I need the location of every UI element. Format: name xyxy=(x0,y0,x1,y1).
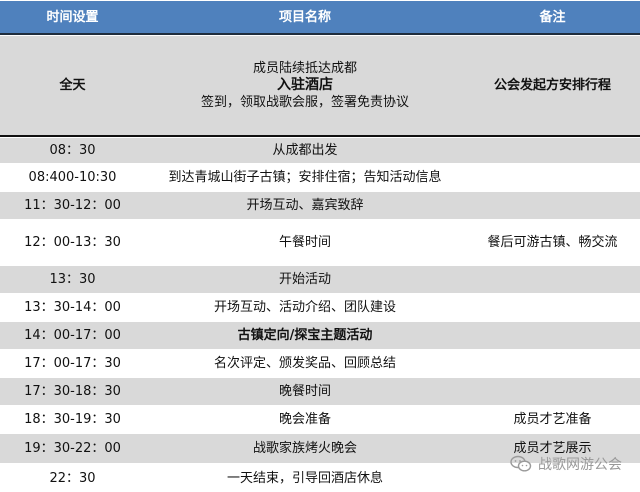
row-time: 18：30-19：30 xyxy=(24,412,121,427)
wechat-icon xyxy=(510,455,532,472)
row-item: 从成都出发 xyxy=(272,143,338,158)
table-row: 13：30 开始活动 xyxy=(0,265,640,293)
all-day-item: 成员陆续抵达成都 入驻酒店 签到，领取战歌会服，签署免责协议 xyxy=(145,36,465,135)
header-note: 备注 xyxy=(539,9,566,25)
row-time: 17：30-18：30 xyxy=(24,384,121,399)
table-row: 08：30 从成都出发 xyxy=(0,137,640,163)
all-day-note: 公会发起方安排行程 xyxy=(493,78,611,93)
row-item: 古镇定向/探宝主题活动 xyxy=(237,328,373,343)
row-time: 11：30-12：00 xyxy=(24,198,121,213)
table-row: 11：30-12：00 开场互动、嘉宾致辞 xyxy=(0,191,640,219)
row-note xyxy=(465,350,640,377)
table-header: 时间设置 项目名称 备注 xyxy=(0,0,640,35)
row-note xyxy=(465,192,640,219)
table-row: 14：00-17：00 古镇定向/探宝主题活动 xyxy=(0,321,640,349)
row-item: 开场互动、嘉宾致辞 xyxy=(246,198,364,213)
row-note xyxy=(465,164,640,191)
row-time: 12：00-13：30 xyxy=(24,235,121,250)
row-time: 08：30 xyxy=(49,143,96,158)
row-time: 22：30 xyxy=(49,470,96,486)
row-note xyxy=(465,322,640,349)
all-day-line-2: 入驻酒店 xyxy=(276,77,333,93)
row-note xyxy=(465,266,640,293)
row-note xyxy=(465,138,640,163)
row-time: 13：30-14：00 xyxy=(24,300,121,315)
all-day-line-1: 成员陆续抵达成都 xyxy=(252,61,357,76)
watermark-text: 战歌网游公会 xyxy=(538,457,622,473)
row-time: 08:400-10:30 xyxy=(28,170,117,185)
row-time: 19：30-22：00 xyxy=(24,441,121,456)
row-time: 13：30 xyxy=(49,272,96,287)
row-item: 开始活动 xyxy=(278,272,331,287)
row-item: 午餐时间 xyxy=(278,235,331,250)
row-item: 晚餐时间 xyxy=(278,384,331,399)
row-time: 14：00-17：00 xyxy=(24,328,121,343)
row-item: 开场互动、活动介绍、团队建设 xyxy=(213,300,396,315)
table-row: 13：30-14：00 开场互动、活动介绍、团队建设 xyxy=(0,293,640,321)
schedule-table: 时间设置 项目名称 备注 全天 成员陆续抵达成都 入驻酒店 签到，领取战歌会服，… xyxy=(0,0,640,492)
row-item: 一天结束，引导回酒店休息 xyxy=(226,470,383,486)
watermark: 战歌网游公会 xyxy=(510,454,622,474)
table-row: 08:400-10:30 到达青城山街子古镇；安排住宿；告知活动信息 xyxy=(0,163,640,191)
table-row: 12：00-13：30 午餐时间 餐后可游古镇、畅交流 xyxy=(0,219,640,265)
row-note: 餐后可游古镇、畅交流 xyxy=(487,235,618,250)
row-item: 名次评定、颁发奖品、回顾总结 xyxy=(213,356,396,371)
all-day-line-3: 签到，领取战歌会服，签署免责协议 xyxy=(200,95,409,110)
row-item: 战歌家族烤火晚会 xyxy=(252,441,357,456)
table-row: 17：30-18：30 晚餐时间 xyxy=(0,377,640,405)
row-item: 晚会准备 xyxy=(278,412,331,427)
header-item: 项目名称 xyxy=(278,9,331,25)
row-time: 17：00-17：30 xyxy=(24,356,121,371)
row-note xyxy=(465,294,640,321)
all-day-time: 全天 xyxy=(59,78,86,93)
table-row-all-day: 全天 成员陆续抵达成都 入驻酒店 签到，领取战歌会服，签署免责协议 公会发起方安… xyxy=(0,35,640,137)
table-row: 17：00-17：30 名次评定、颁发奖品、回顾总结 xyxy=(0,349,640,377)
table-row: 18：30-19：30 晚会准备 成员才艺准备 xyxy=(0,405,640,433)
row-note: 成员才艺准备 xyxy=(513,412,592,427)
header-time: 时间设置 xyxy=(46,9,99,25)
row-item: 到达青城山街子古镇；安排住宿；告知活动信息 xyxy=(168,170,442,185)
row-note xyxy=(465,378,640,405)
